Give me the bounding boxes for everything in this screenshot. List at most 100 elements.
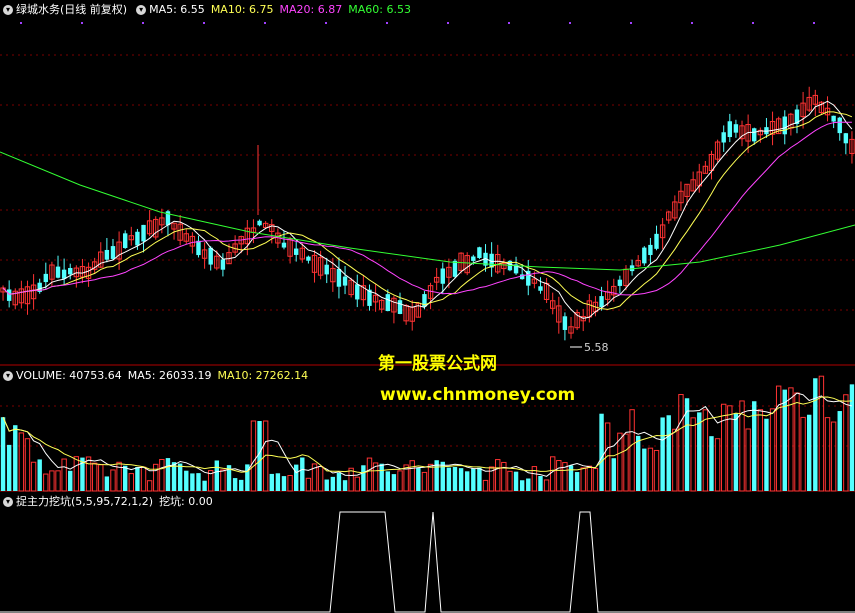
marker-dot	[20, 22, 22, 24]
volume-bar-up	[702, 409, 709, 492]
volume-bar-down	[361, 465, 366, 491]
volume-bar-up	[824, 417, 831, 492]
volume-bar-up	[507, 470, 513, 492]
volume-bar-up	[843, 394, 849, 492]
volume-bar-down	[782, 389, 787, 491]
indicator-name: 捉主力挖坑(5,5,95,72,1,2)	[16, 495, 154, 508]
candle-down	[831, 115, 836, 122]
marker-dot	[203, 22, 205, 24]
low-price-label: 5.58	[584, 341, 609, 354]
candle-down	[43, 273, 49, 283]
candlestick-chart[interactable]: 5.58	[0, 0, 855, 366]
volume-bar-up	[128, 473, 135, 492]
volume-bar-up	[98, 464, 104, 492]
ma60-label: MA60: 6.53	[348, 3, 411, 16]
volume-bar-up	[153, 463, 159, 492]
volume-bar-down	[666, 415, 671, 491]
volume-bar-down	[300, 457, 305, 491]
volume-bar-up	[720, 403, 727, 492]
volume-bar-up	[800, 416, 806, 492]
candle-down	[6, 289, 12, 301]
candle-down	[122, 233, 128, 248]
volume-bar-down	[336, 472, 342, 491]
volume-bar-down	[68, 470, 73, 491]
volume-bar-up	[830, 421, 837, 492]
volume-bar-down	[177, 463, 183, 491]
dig-pit-signal-line	[0, 511, 855, 613]
volume-bar-up	[421, 471, 428, 492]
volume-bar-up	[49, 470, 55, 492]
candle-down	[61, 269, 67, 279]
volume-bar-down	[813, 378, 818, 491]
volume-bar-down	[239, 479, 244, 491]
collapse-icon[interactable]: ▾	[3, 5, 13, 15]
volume-bar-up	[501, 461, 507, 492]
settings-icon[interactable]: ▾	[136, 5, 147, 15]
marker-dot	[325, 22, 327, 24]
volume-bar-down	[416, 467, 421, 491]
volume-bar-down	[464, 471, 470, 491]
volume-bar-up	[543, 479, 550, 492]
volume-bar-down	[837, 411, 842, 491]
volume-bar-down	[513, 471, 519, 491]
marker-dot	[386, 22, 388, 24]
candle-down	[617, 279, 623, 286]
candle-down	[397, 300, 403, 314]
marker-dot	[569, 22, 571, 24]
volume-bar-up	[287, 475, 293, 492]
volume-bar-down	[709, 436, 714, 491]
volume-bar-down	[446, 467, 452, 491]
volume-bar-down	[391, 474, 397, 491]
volume-bar-down	[379, 463, 384, 491]
collapse-icon[interactable]: ▾	[3, 371, 13, 381]
candle-down	[306, 256, 311, 261]
volume-bar-up	[85, 456, 92, 492]
candle-down	[110, 246, 116, 259]
volume-bar-up	[159, 458, 165, 492]
volume-bar-up	[714, 438, 721, 492]
vol-ma10-label: MA10: 27262.14	[217, 369, 309, 382]
volume-bar-up	[690, 417, 696, 492]
candle-down	[220, 259, 226, 270]
candle-down	[324, 264, 329, 275]
volume-bar-up	[91, 462, 98, 492]
volume-bar-up	[305, 477, 312, 492]
volume-bar-down	[196, 473, 201, 491]
ma20-line	[2, 121, 852, 296]
volume-bar-down	[611, 458, 616, 491]
volume-bar-down	[165, 458, 171, 491]
candle-down	[562, 316, 568, 330]
marker-dot	[630, 22, 632, 24]
volume-bar-down	[330, 476, 336, 491]
volume-bar-up	[354, 476, 360, 492]
volume-bar-up	[653, 449, 660, 492]
volume-bar-down	[232, 478, 238, 491]
price-chart-pane[interactable]: ▾ 绿城水务(日线 前复权) ▾ MA5: 6.55 MA10: 6.75 MA20: 6…	[0, 0, 855, 366]
candle-down	[440, 268, 445, 284]
volume-bar-down	[764, 418, 769, 491]
marker-dot	[508, 22, 510, 24]
volume-bar-up	[586, 465, 593, 492]
volume-bar-up	[818, 375, 825, 492]
indicator-pane[interactable]: ▾ 捉主力挖坑(5,5,95,72,1,2) 挖坑: 0.00	[0, 492, 855, 613]
volume-bar-down	[385, 471, 391, 491]
volume-bar-down	[293, 464, 299, 491]
indicator-header: ▾ 捉主力挖坑(5,5,95,72,1,2) 挖坑: 0.00	[0, 492, 219, 512]
candle-down	[642, 247, 647, 264]
candle-down	[68, 268, 73, 275]
candle-down	[782, 116, 787, 135]
volume-bar-down	[324, 479, 329, 491]
volume-bar-down	[458, 468, 464, 491]
marker-dot	[691, 22, 693, 24]
collapse-icon[interactable]: ▾	[3, 497, 13, 507]
volume-bar-up	[678, 394, 684, 492]
candle-down	[281, 242, 287, 248]
watermark-url: www.chnmoney.com	[380, 385, 576, 405]
volume-header: ▾ VOLUME: 40753.64 MA5: 26033.19 MA10: 2726…	[0, 366, 314, 386]
marker-dot	[81, 22, 83, 24]
volume-bar-down	[342, 480, 348, 491]
ma10-label: MA10: 6.75	[210, 3, 274, 16]
volume-bar-down	[574, 472, 580, 491]
candle-down	[733, 124, 739, 133]
candle-down	[538, 286, 543, 291]
